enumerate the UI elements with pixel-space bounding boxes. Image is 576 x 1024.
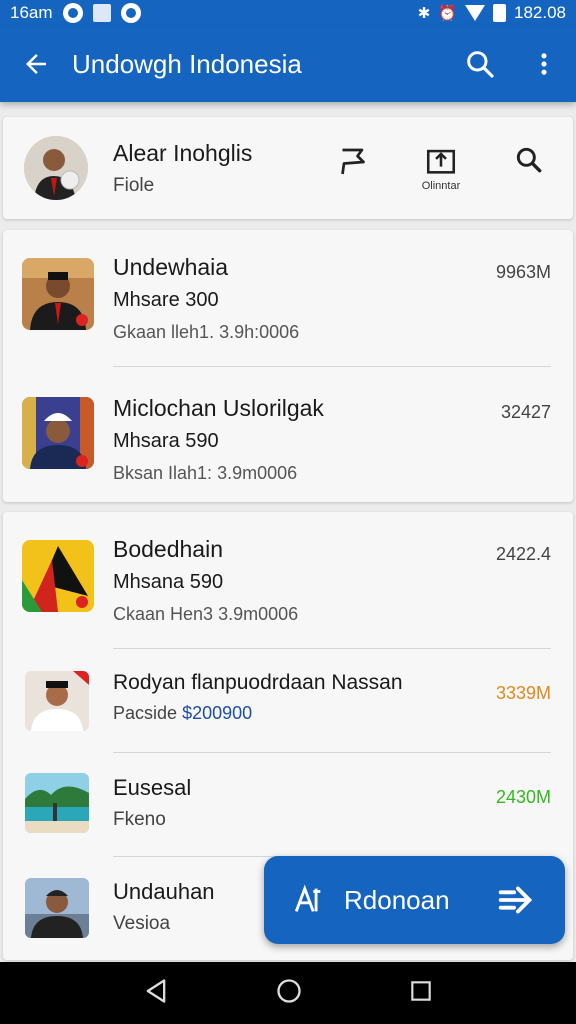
notification-app-icon xyxy=(62,3,83,23)
battery-icon xyxy=(493,4,506,22)
list-item-subtitle: Vesioa xyxy=(113,913,171,934)
list-item[interactable]: Eusesal Fkeno 2430M xyxy=(3,753,573,856)
search-icon xyxy=(516,147,542,173)
profile-name: Alear Inohglis xyxy=(113,139,253,166)
status-time: 16am xyxy=(10,3,53,22)
profile-subtitle: Fiole xyxy=(113,174,155,196)
system-nav-bar xyxy=(0,962,576,1024)
list-item-detail: Ckaan Hen3 3.9m0006 xyxy=(113,604,299,624)
list-item-value: 9963M xyxy=(495,262,551,282)
fab-label: Rdonoan xyxy=(344,884,450,915)
nav-home-button[interactable] xyxy=(275,977,303,1010)
list-item-value: 3339M xyxy=(495,683,551,703)
list-item-value: 32427 xyxy=(500,402,551,422)
page-title: Undowgh Indonesia xyxy=(72,48,302,79)
list-item-subtitle: Mhsare 300 xyxy=(113,289,219,311)
alarm-icon: ⏰ xyxy=(438,4,457,22)
status-clock: 182.08 xyxy=(514,3,566,22)
more-options-button[interactable] xyxy=(512,26,576,102)
app-bar: Undowgh Indonesia xyxy=(0,26,576,102)
list-item-value: 2422.4 xyxy=(495,544,551,564)
list-item[interactable]: Undewhaia Mhsare 300 Gkaan lleh1. 3.9h:0… xyxy=(3,230,573,366)
list-item-subtitle: Fkeno xyxy=(113,809,166,830)
list-item-title: Eusesal xyxy=(113,775,192,800)
list-item[interactable]: Rodyan flanpuodrdaan Nassan Pacside $200… xyxy=(3,649,573,752)
arrow-forward-icon xyxy=(498,886,533,914)
nav-recents-button[interactable] xyxy=(408,978,434,1009)
list-item-subtitle: Pacside $200900 xyxy=(113,703,403,724)
list-item-title: Rodyan flanpuodrdaan Nassan xyxy=(113,671,403,694)
list-item[interactable]: Bodedhain Mhsana 590 Ckaan Hen3 3.9m0006… xyxy=(3,512,573,648)
list-item-title: Undauhan xyxy=(113,879,215,904)
list-item-price-label: Pacside xyxy=(113,703,178,723)
list-item-value: 2430M xyxy=(495,787,551,807)
list-card-1: Undewhaia Mhsare 300 Gkaan lleh1. 3.9h:0… xyxy=(3,230,573,502)
extended-fab-button[interactable]: Rdonoan xyxy=(264,856,565,944)
back-button[interactable] xyxy=(0,26,72,102)
flag-button[interactable] xyxy=(309,144,397,180)
profile-search-button[interactable] xyxy=(485,144,573,176)
list-item-title: Undewhaia xyxy=(113,254,229,280)
wifi-icon xyxy=(465,5,485,21)
search-icon xyxy=(467,51,494,78)
list-item-subtitle: Mhsana 590 xyxy=(113,571,224,593)
list-item-detail: Bksan Ilah1: 3.9m0006 xyxy=(113,463,298,483)
list-item-subtitle: Mhsara 590 xyxy=(113,430,219,452)
list-item-price: $200900 xyxy=(182,703,253,723)
search-button[interactable] xyxy=(448,26,512,102)
nav-back-button[interactable] xyxy=(142,977,170,1010)
list-item-thumbnail xyxy=(25,773,89,833)
list-item-thumbnail xyxy=(25,671,89,731)
upload-button[interactable]: Olinntar xyxy=(397,144,485,192)
recents-square-icon xyxy=(410,980,431,1001)
profile-card[interactable]: Alear Inohglis Fiole Olinntar xyxy=(3,117,573,219)
list-item-title: Miclochan Uslorilgak xyxy=(113,395,324,421)
upload-button-label: Olinntar xyxy=(421,180,461,192)
arrow-back-icon xyxy=(26,54,46,74)
list-item-thumbnail xyxy=(22,397,94,469)
flag-icon xyxy=(341,148,365,175)
notification-chat-icon xyxy=(120,3,141,23)
avatar xyxy=(24,136,88,200)
list-item-thumbnail xyxy=(22,540,94,612)
home-circle-icon xyxy=(277,978,301,1003)
list-item-detail: Gkaan lleh1. 3.9h:0006 xyxy=(113,322,300,342)
list-item-thumbnail xyxy=(25,878,89,938)
bluetooth-icon: ✱ xyxy=(417,4,431,22)
translate-icon xyxy=(294,884,321,912)
notification-square-icon xyxy=(92,4,111,22)
list-item-thumbnail xyxy=(22,258,94,330)
more-vert-icon xyxy=(541,53,547,75)
back-triangle-icon xyxy=(146,978,166,1003)
upload-icon xyxy=(426,149,456,174)
list-item-title: Bodedhain xyxy=(113,536,223,562)
status-bar: 16am ✱ ⏰ 182.08 xyxy=(0,0,576,26)
list-item[interactable]: Miclochan Uslorilgak Mhsara 590 Bksan Il… xyxy=(3,367,573,502)
